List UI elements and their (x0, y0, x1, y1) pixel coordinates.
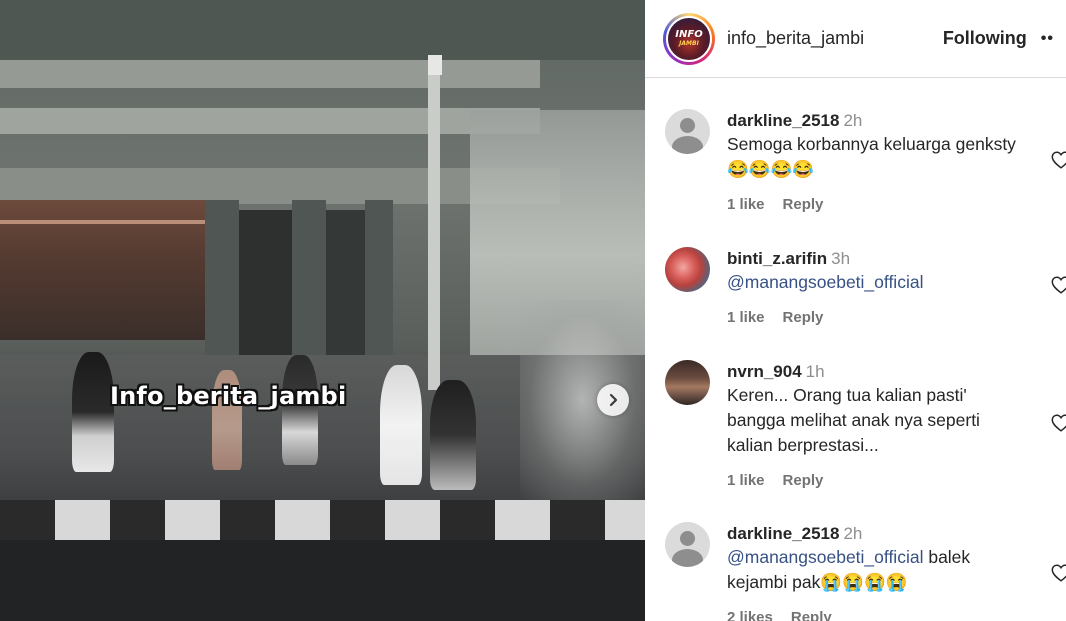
comment-text: @manangsoebeti_official balek kejambi pa… (727, 545, 1027, 595)
comment-meta: 2 likes Reply (727, 609, 850, 621)
logo-line2: JAMBI (679, 39, 699, 47)
comment-time[interactable]: 2h (843, 111, 862, 130)
heart-icon[interactable] (1050, 274, 1066, 296)
media-background (72, 352, 114, 472)
mention-link[interactable]: @manangsoebeti_official (727, 547, 923, 567)
media-background (0, 500, 645, 540)
more-options-icon[interactable]: •• (1041, 30, 1054, 48)
comment-likes[interactable]: 1 like (727, 196, 765, 213)
media-background (0, 220, 205, 224)
media-background (239, 210, 292, 360)
reply-button[interactable]: Reply (791, 609, 832, 621)
heart-icon[interactable] (1050, 412, 1066, 434)
comment-meta: 1 like Reply (727, 309, 841, 326)
avatar[interactable] (665, 109, 710, 154)
media-background (380, 365, 422, 485)
comment-text: Keren... Orang tua kalian pasti' bangga … (727, 385, 980, 455)
avatar[interactable] (665, 360, 710, 405)
media-watermark: Info_berita_jambi (110, 382, 347, 410)
media-background (0, 108, 540, 134)
heart-icon[interactable] (1050, 149, 1066, 171)
avatar[interactable]: INFO JAMBI (663, 12, 715, 65)
comment-text: Semoga korbannya keluarga genksty😂😂😂😂 (727, 134, 1016, 179)
comment-time[interactable]: 3h (831, 249, 850, 268)
reply-button[interactable]: Reply (783, 472, 824, 489)
mention-link[interactable]: @manangsoebeti_official (727, 272, 923, 292)
comment-meta: 1 like Reply (727, 196, 841, 213)
comment-meta: 1 like Reply (727, 472, 841, 489)
media-background (292, 200, 326, 360)
comment-time[interactable]: 1h (806, 362, 825, 381)
comment-content: darkline_2518 2h @manangsoebeti_official … (727, 522, 1027, 595)
comment-username[interactable]: darkline_2518 (727, 524, 839, 543)
logo-text: INFO JAMBI (675, 28, 703, 48)
comment-time[interactable]: 2h (843, 524, 862, 543)
media-background (428, 55, 442, 75)
comment-likes[interactable]: 2 likes (727, 609, 773, 621)
media-background (0, 0, 645, 60)
comment-content: binti_z.arifin 3h @manangsoebeti_official (727, 247, 1027, 295)
media-background (0, 60, 540, 88)
comments-panel: INFO JAMBI info_berita_jambi Following •… (645, 0, 1066, 621)
media-background (0, 540, 645, 621)
comment-header: nvrn_904 1h (727, 360, 1027, 383)
post-media[interactable]: Info_berita_jambi (0, 0, 645, 621)
media-background (428, 60, 440, 390)
following-button[interactable]: Following (943, 28, 1027, 49)
comment-likes[interactable]: 1 like (727, 309, 765, 326)
comment-content: darkline_2518 2h Semoga korbannya keluarg… (727, 109, 1027, 182)
avatar[interactable] (665, 247, 710, 292)
comment-username[interactable]: binti_z.arifin (727, 249, 827, 268)
media-background (205, 200, 239, 360)
comment-username[interactable]: nvrn_904 (727, 362, 802, 381)
reply-button[interactable]: Reply (783, 196, 824, 213)
post-username[interactable]: info_berita_jambi (727, 28, 864, 49)
post-header: INFO JAMBI info_berita_jambi Following •… (645, 0, 1066, 78)
chevron-right-icon (609, 393, 618, 407)
comment-header: binti_z.arifin 3h (727, 247, 1027, 270)
heart-icon[interactable] (1050, 562, 1066, 584)
next-media-button[interactable] (597, 384, 629, 416)
comment-header: darkline_2518 2h (727, 109, 1027, 132)
comment-header: darkline_2518 2h (727, 522, 1027, 545)
media-background (282, 355, 318, 465)
logo-line1: INFO (675, 28, 703, 40)
media-background (326, 210, 365, 360)
profile-logo: INFO JAMBI (666, 15, 712, 62)
comment-content: nvrn_904 1h Keren... Orang tua kalian pas… (727, 360, 1027, 458)
comment-username[interactable]: darkline_2518 (727, 111, 839, 130)
avatar[interactable] (665, 522, 710, 567)
media-background (365, 200, 393, 360)
comment-text: @manangsoebeti_official (727, 270, 1027, 295)
reply-button[interactable]: Reply (783, 309, 824, 326)
comment-likes[interactable]: 1 like (727, 472, 765, 489)
media-background (430, 380, 476, 490)
